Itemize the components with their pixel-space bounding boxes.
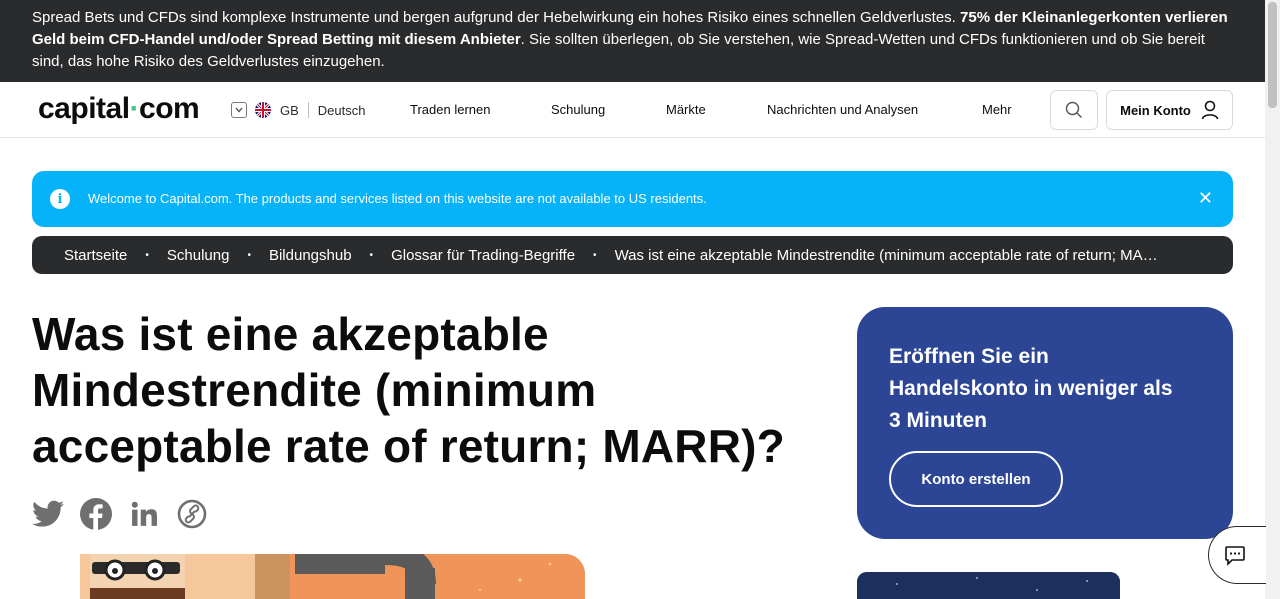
logo-text-2: com: [139, 92, 200, 125]
linkedin-icon[interactable]: [128, 498, 160, 530]
region-code: GB: [280, 102, 299, 118]
close-icon[interactable]: ✕: [1198, 188, 1213, 209]
share-bar: [32, 498, 208, 530]
breadcrumb-item-glossar[interactable]: Glossar für Trading-Begriffe: [391, 247, 575, 264]
facebook-icon[interactable]: [80, 498, 112, 530]
create-account-button[interactable]: Konto erstellen: [889, 451, 1063, 507]
nav-maerkte[interactable]: Märkte: [666, 102, 706, 117]
info-icon: i: [50, 189, 70, 209]
breadcrumb-separator: •: [145, 249, 149, 261]
logo[interactable]: capital·com: [38, 92, 200, 126]
nav-schulung[interactable]: Schulung: [551, 102, 605, 117]
search-button[interactable]: [1050, 90, 1098, 130]
promo-card[interactable]: [857, 572, 1120, 599]
breadcrumb-item-schulung[interactable]: Schulung: [167, 247, 230, 264]
uk-flag-icon: [255, 102, 271, 118]
breadcrumb-separator: •: [247, 249, 251, 261]
article-illustration: [80, 554, 585, 599]
page-title: Was ist eine akzeptable Mindestrendite (…: [32, 308, 785, 472]
notice-message: Welcome to Capital.com. The products and…: [88, 191, 707, 206]
nav-nachrichten[interactable]: Nachrichten und Analysen: [767, 102, 918, 117]
twitter-icon[interactable]: [32, 498, 64, 530]
chat-icon: [1224, 546, 1245, 566]
breadcrumb-separator: •: [369, 249, 374, 261]
risk-text: Spread Bets und CFDs sind komplexe Instr…: [32, 9, 961, 26]
breadcrumb: Startseite • Schulung • Bildungshub • Gl…: [32, 236, 1233, 274]
site-header: capital·com GB Deutsch Traden lernen Sch…: [0, 82, 1265, 138]
breadcrumb-item-startseite[interactable]: Startseite: [64, 247, 127, 264]
nav-mehr[interactable]: Mehr: [982, 102, 1012, 117]
breadcrumb-item-bildungshub[interactable]: Bildungshub: [269, 247, 352, 264]
risk-warning-banner: Spread Bets und CFDs sind komplexe Instr…: [0, 0, 1265, 82]
language-label: Deutsch: [317, 102, 366, 118]
account-label: Mein Konto: [1120, 102, 1191, 118]
nav-traden-lernen[interactable]: Traden lernen: [410, 102, 490, 117]
page-scrollbar[interactable]: [1265, 0, 1280, 599]
logo-text: capital: [38, 92, 130, 125]
breadcrumb-separator: •: [593, 249, 597, 261]
chevron-down-icon[interactable]: [231, 102, 247, 118]
logo-dot: ·: [129, 92, 140, 125]
breadcrumb-item-current: Was ist eine akzeptable Mindestrendite (…: [614, 246, 1160, 264]
us-residents-notice: i Welcome to Capital.com. The products a…: [32, 171, 1233, 227]
scrollbar-thumb[interactable]: [1268, 2, 1277, 108]
chat-button[interactable]: [1208, 526, 1266, 584]
language-selector[interactable]: GB Deutsch: [231, 101, 366, 119]
cta-title: Eröffnen Sie ein Handelskonto in weniger…: [889, 345, 1173, 432]
my-account-button[interactable]: Mein Konto: [1106, 90, 1233, 130]
copy-link-icon[interactable]: [176, 498, 208, 530]
search-icon: [1065, 101, 1082, 118]
divider: [307, 102, 309, 118]
user-icon: [1201, 100, 1219, 120]
open-account-card: Eröffnen Sie ein Handelskonto in weniger…: [857, 307, 1233, 539]
